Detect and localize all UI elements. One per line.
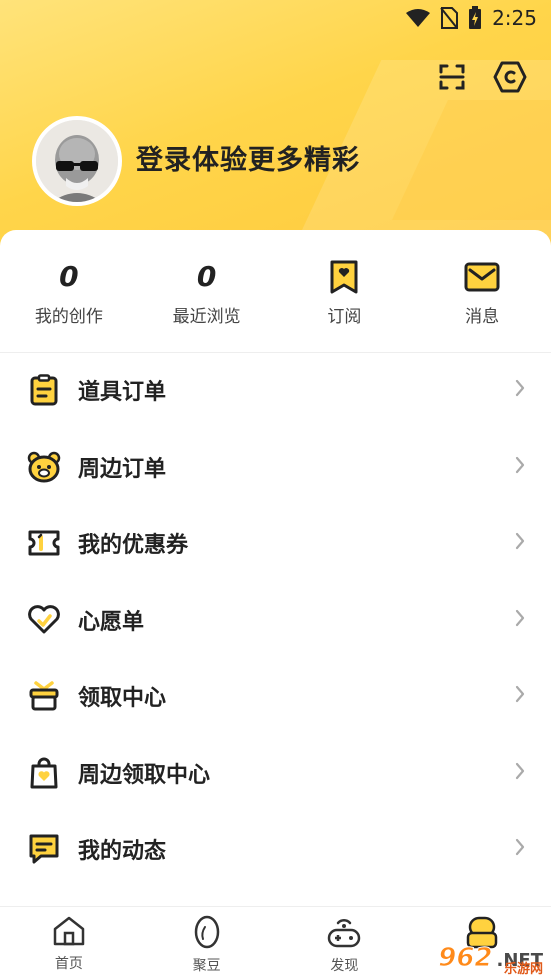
stat-label: 最近浏览 xyxy=(172,307,241,327)
menu-item-my-activity[interactable]: 我的动态 xyxy=(0,811,551,888)
tab-home[interactable]: 首页 xyxy=(0,907,138,980)
avatar[interactable] xyxy=(32,116,122,206)
chevron-right-icon xyxy=(515,379,525,401)
menu-item-coupons[interactable]: 我的优惠券 xyxy=(0,505,551,582)
menu-item-label: 周边订单 xyxy=(78,456,167,482)
chevron-right-icon xyxy=(515,838,525,860)
menu-item-label: 周边领取中心 xyxy=(78,762,211,788)
settings-hexagon-icon[interactable] xyxy=(493,60,527,94)
clipboard-icon xyxy=(26,372,62,408)
no-sim-icon xyxy=(440,7,459,29)
menu-item-label: 道具订单 xyxy=(78,380,167,406)
ticket-icon xyxy=(26,525,62,561)
menu-item-wishlist[interactable]: 心愿单 xyxy=(0,582,551,659)
chat-icon xyxy=(26,831,62,867)
chevron-right-icon xyxy=(515,762,525,784)
menu-item-item-orders[interactable]: 道具订单 xyxy=(0,352,551,429)
watermark-logo: 962 .NET 乐游网 xyxy=(438,943,543,978)
login-prompt[interactable]: 登录体验更多精彩 xyxy=(136,138,360,177)
menu-item-label: 我的优惠券 xyxy=(78,533,189,559)
watermark-site: 乐游网 xyxy=(503,962,543,977)
tab-label: 聚豆 xyxy=(192,958,221,974)
battery-charging-icon xyxy=(468,6,482,30)
menu-item-merch-orders[interactable]: 周边订单 xyxy=(0,429,551,506)
menu-item-label: 心愿单 xyxy=(78,609,145,635)
chevron-right-icon xyxy=(515,532,525,554)
stat-my-creations[interactable]: 0 我的创作 xyxy=(0,230,138,352)
tab-label: 首页 xyxy=(54,956,83,972)
stat-label: 消息 xyxy=(465,307,500,327)
stat-value: 0 xyxy=(196,260,217,293)
tab-label: 发现 xyxy=(330,958,359,974)
stat-value: 0 xyxy=(59,260,79,293)
heart-icon xyxy=(26,602,62,638)
menu-item-claim-center[interactable]: 领取中心 xyxy=(0,658,551,735)
tab-discover[interactable]: 发现 xyxy=(276,907,414,980)
bear-icon xyxy=(26,449,62,485)
status-bar: 2:25 xyxy=(0,0,551,36)
menu-list: 道具订单 周边订单 我的优惠券 心愿单 领取中心 周边领取中心 我的动态 xyxy=(0,352,551,888)
stat-messages[interactable]: 消息 xyxy=(413,230,551,352)
menu-item-merch-claim-center[interactable]: 周边领取中心 xyxy=(0,735,551,812)
mail-icon xyxy=(464,260,500,294)
stat-subscriptions[interactable]: 订阅 xyxy=(276,230,414,352)
chevron-right-icon xyxy=(515,456,525,478)
home-icon xyxy=(52,915,86,951)
scan-icon[interactable] xyxy=(435,60,469,94)
bookmark-heart-icon xyxy=(329,260,359,294)
watermark-number: 962 xyxy=(438,943,493,974)
menu-item-label: 我的动态 xyxy=(78,839,167,865)
stat-recent-views[interactable]: 0 最近浏览 xyxy=(138,230,276,352)
bag-heart-icon xyxy=(26,755,62,791)
wifi-icon xyxy=(406,8,431,28)
status-time: 2:25 xyxy=(492,6,537,30)
bean-icon xyxy=(192,915,222,953)
chevron-right-icon xyxy=(515,609,525,631)
gamepad-icon xyxy=(326,915,362,953)
stats-card: 0 我的创作 0 最近浏览 订阅 消息 xyxy=(0,230,551,353)
menu-item-label: 领取中心 xyxy=(78,686,167,712)
tab-beans[interactable]: 聚豆 xyxy=(138,907,276,980)
stat-label: 订阅 xyxy=(327,307,362,327)
gift-icon xyxy=(26,678,62,714)
stat-label: 我的创作 xyxy=(34,307,103,327)
chevron-right-icon xyxy=(515,685,525,707)
profile-header: 2:25 登录体验更多精彩 xyxy=(0,0,551,260)
